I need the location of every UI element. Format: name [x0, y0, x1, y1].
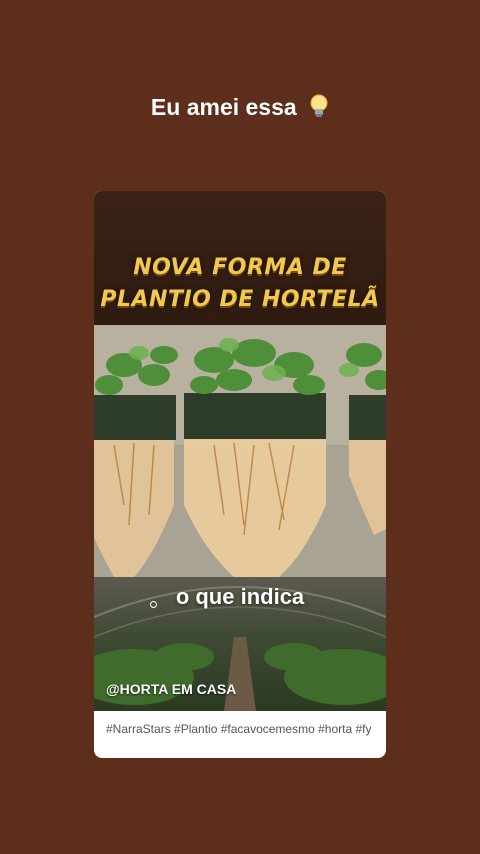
story-caption-text: Eu amei essa: [150, 94, 297, 120]
video-title-banner: NOVA FORMA DE PLANTIO DE HORTELÃ: [94, 191, 386, 325]
channel-watermark: @HORTA EM CASA: [106, 681, 237, 697]
video-subtitle: o que indica: [175, 584, 305, 609]
video-headline-line1: NOVA FORMA DE: [133, 255, 347, 280]
lightbulb-icon: [309, 94, 329, 124]
video-hashtags[interactable]: #NarraStars #Plantio #facavocemesmo #hor…: [106, 721, 376, 737]
video-card[interactable]: NOVA FORMA DE PLANTIO DE HORTELÃ o que i…: [94, 191, 386, 758]
video-headline-line2: PLANTIO DE HORTELÃ: [100, 287, 380, 312]
story-caption: Eu amei essa: [0, 94, 480, 124]
mint-bottles-image: [94, 325, 386, 577]
